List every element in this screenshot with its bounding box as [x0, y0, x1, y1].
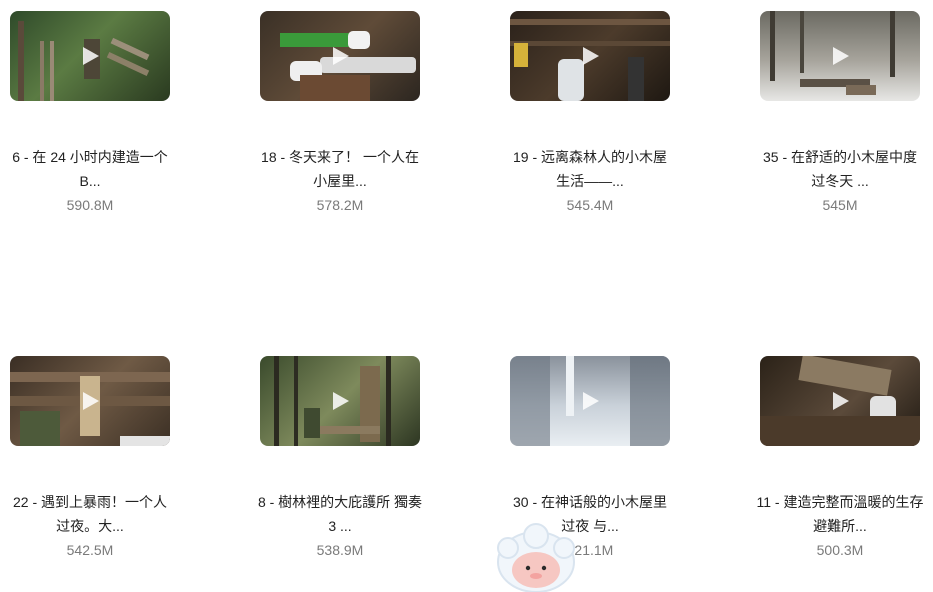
view-count: 538.9M — [316, 542, 364, 558]
video-thumbnail[interactable] — [260, 356, 420, 446]
play-icon[interactable] — [830, 46, 850, 66]
view-count: 545.4M — [566, 197, 614, 213]
play-icon[interactable] — [330, 391, 350, 411]
play-icon[interactable] — [80, 391, 100, 411]
video-title[interactable]: 8 - 樹林裡的大庇護所 獨奏 3 ... — [215, 490, 465, 538]
video-thumbnail[interactable] — [760, 11, 920, 101]
video-thumbnail[interactable] — [10, 356, 170, 446]
mascot-avatar-icon[interactable] — [494, 522, 578, 592]
play-icon[interactable] — [80, 46, 100, 66]
view-count: 542.5M — [66, 542, 114, 558]
video-title[interactable]: 35 - 在舒适的小木屋中度 过冬天 ... — [715, 145, 933, 193]
video-title[interactable]: 11 - 建造完整而溫暖的生存 避難所... — [715, 490, 933, 538]
video-thumbnail[interactable] — [10, 11, 170, 101]
video-title[interactable]: 18 - 冬天来了！ 一个人在 小屋里... — [215, 145, 465, 193]
video-thumbnail[interactable] — [510, 11, 670, 101]
play-icon[interactable] — [330, 46, 350, 66]
play-icon[interactable] — [580, 391, 600, 411]
view-count: 578.2M — [316, 197, 364, 213]
video-title[interactable]: 6 - 在 24 小时内建造一个 B... — [0, 145, 215, 193]
view-count: 500.3M — [816, 542, 864, 558]
view-count: 545M — [822, 197, 858, 213]
video-thumbnail[interactable] — [260, 11, 420, 101]
view-count: 590.8M — [66, 197, 114, 213]
video-thumbnail[interactable] — [510, 356, 670, 446]
video-title[interactable]: 22 - 遇到上暴雨！一个人 过夜。大... — [0, 490, 215, 538]
video-title[interactable]: 19 - 远离森林人的小木屋 生活——... — [465, 145, 715, 193]
play-icon[interactable] — [830, 391, 850, 411]
play-icon[interactable] — [580, 46, 600, 66]
video-thumbnail[interactable] — [760, 356, 920, 446]
